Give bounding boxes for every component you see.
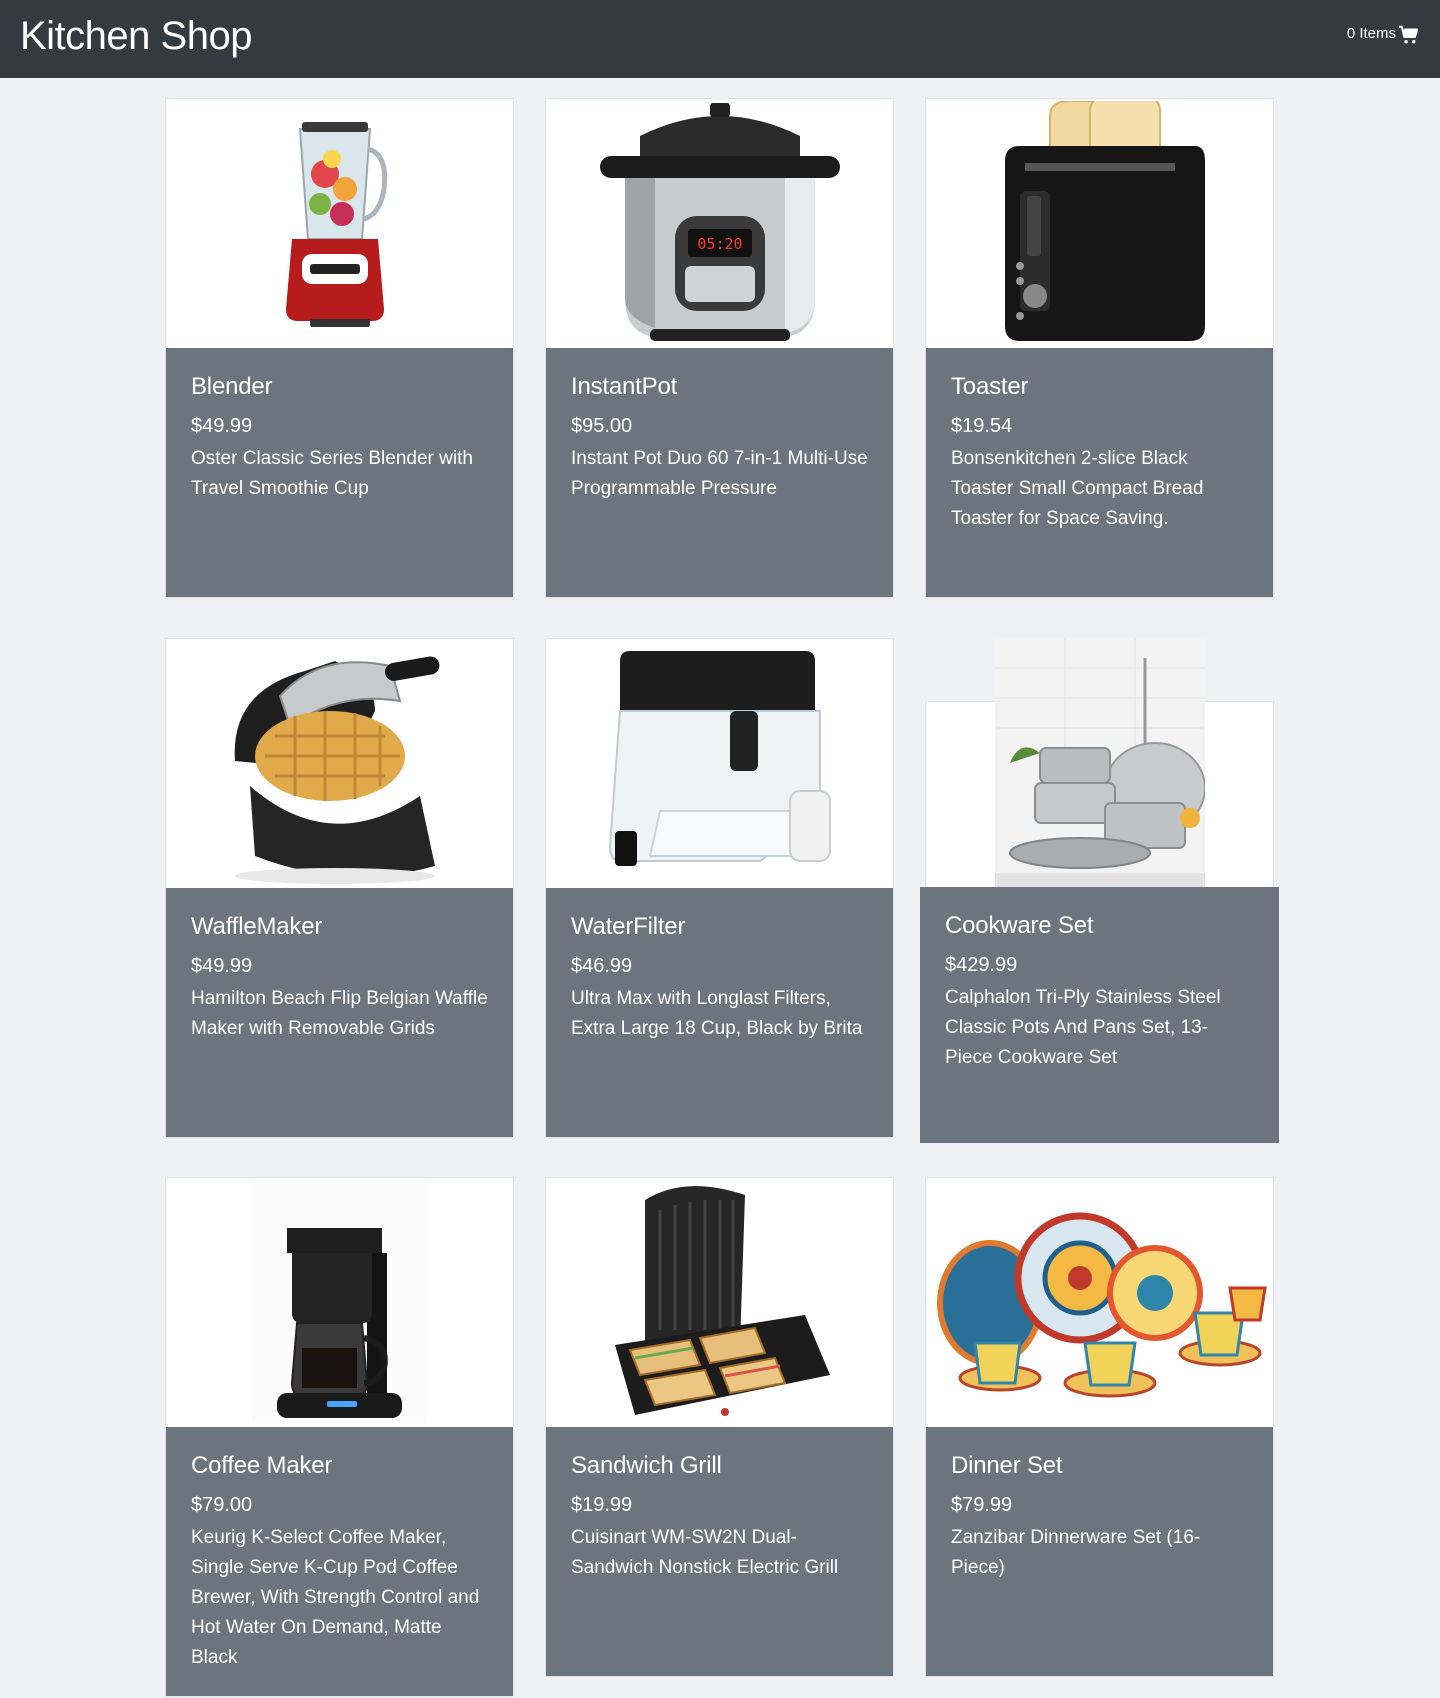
product-card-coffee-maker[interactable]: Coffee Maker $79.00 Keurig K-Select Coff… bbox=[165, 1177, 514, 1697]
product-price: $79.99 bbox=[951, 1493, 1013, 1516]
sandwich-grill-image bbox=[614, 1186, 830, 1416]
product-image[interactable]: 05:20 bbox=[546, 99, 893, 348]
product-description: Ultra Max with Longlast Filters, Extra L… bbox=[571, 987, 863, 1039]
product-image[interactable] bbox=[920, 638, 1279, 887]
navbar: Kitchen Shop 0 Items bbox=[0, 0, 1440, 78]
coffee-maker-image bbox=[252, 1182, 427, 1423]
toaster-image bbox=[1004, 101, 1205, 341]
product-card-body: Coffee Maker $79.00 Keurig K-Select Coff… bbox=[166, 1427, 513, 1696]
product-card-body: InstantPot $95.00 Instant Pot Duo 60 7-i… bbox=[546, 348, 893, 597]
product-card-toaster[interactable]: Toaster $19.54 Bonsenkitchen 2-slice Bla… bbox=[925, 98, 1274, 598]
product-title[interactable]: Toaster bbox=[951, 373, 1248, 402]
product-description: Oster Classic Series Blender with Travel… bbox=[191, 447, 473, 499]
product-price: $46.99 bbox=[571, 954, 633, 977]
water-filter-image bbox=[608, 651, 831, 866]
product-card-body: Blender $49.99 Oster Classic Series Blen… bbox=[166, 348, 513, 597]
product-card-sandwich-grill[interactable]: Sandwich Grill $19.99 Cuisinart WM-SW2N … bbox=[545, 1177, 894, 1677]
product-image[interactable] bbox=[926, 1178, 1273, 1427]
product-title[interactable]: InstantPot bbox=[571, 373, 868, 402]
product-description: Zanzibar Dinnerware Set (16-Piece) bbox=[951, 1526, 1201, 1578]
product-card-body: Sandwich Grill $19.99 Cuisinart WM-SW2N … bbox=[546, 1427, 893, 1676]
product-title[interactable]: Cookware Set bbox=[945, 912, 1254, 941]
product-image[interactable] bbox=[166, 639, 513, 888]
product-description: Instant Pot Duo 60 7-in-1 Multi-Use Prog… bbox=[571, 447, 868, 499]
cart-button[interactable]: 0 Items bbox=[1347, 20, 1420, 46]
product-card-wafflemaker[interactable]: WaffleMaker $49.99 Hamilton Beach Flip B… bbox=[165, 638, 514, 1138]
product-description: Hamilton Beach Flip Belgian Waffle Maker… bbox=[191, 987, 488, 1039]
product-card-cookware[interactable]: Cookware Set $429.99 Calphalon Tri-Ply S… bbox=[920, 638, 1279, 1143]
product-card-waterfilter[interactable]: WaterFilter $46.99 Ultra Max with Longla… bbox=[545, 638, 894, 1138]
product-image[interactable] bbox=[926, 99, 1273, 348]
product-image[interactable] bbox=[166, 99, 513, 348]
cart-count-label: 0 Items bbox=[1346, 24, 1396, 42]
product-image[interactable] bbox=[546, 1178, 893, 1427]
product-card-blender[interactable]: Blender $49.99 Oster Classic Series Blen… bbox=[165, 98, 514, 598]
product-price: $49.99 bbox=[191, 954, 253, 977]
product-card-body: Dinner Set $79.99 Zanzibar Dinnerware Se… bbox=[926, 1427, 1273, 1676]
product-title[interactable]: Coffee Maker bbox=[191, 1452, 488, 1481]
product-description: Bonsenkitchen 2-slice Black Toaster Smal… bbox=[951, 447, 1204, 529]
product-card-dinner-set[interactable]: Dinner Set $79.99 Zanzibar Dinnerware Se… bbox=[925, 1177, 1274, 1677]
product-price: $49.99 bbox=[191, 414, 253, 437]
instant-pot-image: 05:20 bbox=[599, 103, 840, 341]
product-card-body: Cookware Set $429.99 Calphalon Tri-Ply S… bbox=[920, 887, 1279, 1143]
product-image[interactable] bbox=[546, 639, 893, 888]
product-title[interactable]: Dinner Set bbox=[951, 1452, 1248, 1481]
product-description: Cuisinart WM-SW2N Dual-Sandwich Nonstick… bbox=[571, 1526, 839, 1578]
product-title[interactable]: WaterFilter bbox=[571, 913, 868, 942]
product-description: Keurig K-Select Coffee Maker, Single Ser… bbox=[191, 1526, 480, 1668]
product-card-instantpot[interactable]: 05:20 InstantPot $95.00 Instant Pot Duo … bbox=[545, 98, 894, 598]
product-title[interactable]: Blender bbox=[191, 373, 488, 402]
shopping-cart-icon bbox=[1398, 25, 1419, 44]
product-title[interactable]: WaffleMaker bbox=[191, 913, 488, 942]
product-price: $429.99 bbox=[945, 953, 1018, 976]
cookware-image bbox=[994, 638, 1205, 887]
product-price: $19.54 bbox=[951, 414, 1013, 437]
display-text: 05:20 bbox=[697, 235, 742, 253]
waffle-maker-image bbox=[234, 656, 439, 884]
product-title[interactable]: Sandwich Grill bbox=[571, 1452, 868, 1481]
product-card-body: Toaster $19.54 Bonsenkitchen 2-slice Bla… bbox=[926, 348, 1273, 597]
product-price: $79.00 bbox=[191, 1493, 253, 1516]
product-card-body: WaffleMaker $49.99 Hamilton Beach Flip B… bbox=[166, 888, 513, 1137]
dinner-set-image bbox=[936, 1212, 1267, 1397]
product-price: $19.99 bbox=[571, 1493, 633, 1516]
blender-image bbox=[285, 121, 387, 327]
product-price: $95.00 bbox=[571, 414, 633, 437]
product-description: Calphalon Tri-Ply Stainless Steel Classi… bbox=[945, 986, 1221, 1068]
brand-title[interactable]: Kitchen Shop bbox=[20, 14, 252, 58]
product-card-body: WaterFilter $46.99 Ultra Max with Longla… bbox=[546, 888, 893, 1137]
product-image[interactable] bbox=[166, 1178, 513, 1427]
